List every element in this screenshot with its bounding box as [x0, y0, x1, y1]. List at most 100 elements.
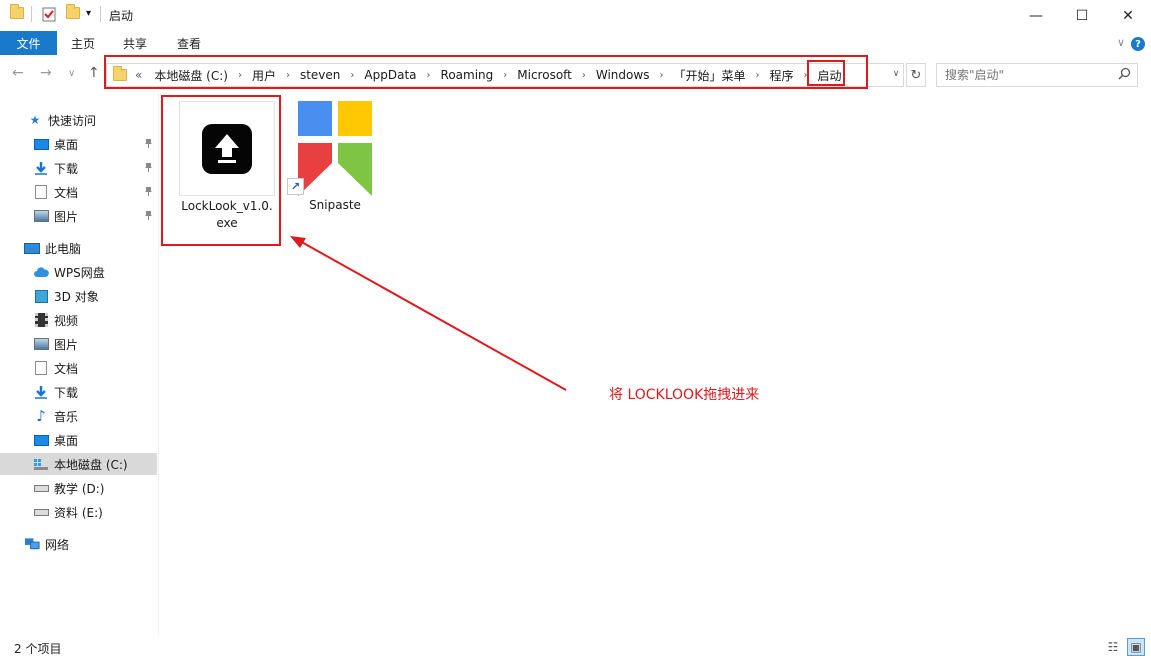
tab-home[interactable]: 主页: [71, 31, 95, 55]
sidebar-item-label: 图片: [54, 337, 79, 352]
sidebar-item-drive-c[interactable]: 本地磁盘 (C:): [0, 453, 157, 475]
3d-objects-icon: [33, 289, 49, 303]
sidebar-item-label: 网络: [45, 537, 70, 552]
folder-icon: [113, 66, 127, 81]
chevron-right-icon[interactable]: ›: [234, 70, 246, 81]
sidebar-item-network[interactable]: 网络: [0, 533, 157, 555]
back-button[interactable]: ←: [12, 65, 24, 81]
desktop-icon: [33, 137, 49, 151]
sidebar-item-desktop[interactable]: 桌面: [0, 133, 157, 155]
sidebar-item-documents[interactable]: 文档: [0, 357, 157, 379]
breadcrumb-item[interactable]: 用户: [246, 67, 282, 84]
sidebar-item-documents[interactable]: 文档: [0, 181, 157, 203]
chevron-right-icon[interactable]: ›: [346, 70, 358, 81]
sidebar-item-desktop[interactable]: 桌面: [0, 429, 157, 451]
sidebar-item-3d-objects[interactable]: 3D 对象: [0, 285, 157, 307]
breadcrumb-current[interactable]: 启动: [811, 67, 847, 84]
forward-button[interactable]: →: [40, 65, 52, 81]
folder-icon: [10, 4, 24, 19]
sidebar-item-wps-cloud[interactable]: WPS网盘: [0, 261, 157, 283]
help-icon[interactable]: ?: [1131, 37, 1145, 51]
pin-icon[interactable]: [144, 186, 153, 199]
sidebar-item-label: 资料 (E:): [54, 505, 103, 520]
chevron-right-icon[interactable]: ›: [578, 70, 590, 81]
sidebar-item-label: 图片: [54, 209, 79, 224]
address-bar[interactable]: « 本地磁盘 (C:) › 用户 › steven › AppData › Ro…: [106, 63, 904, 87]
breadcrumb-item[interactable]: 程序: [763, 67, 799, 84]
file-name[interactable]: Snipaste: [296, 198, 374, 212]
document-icon: [33, 185, 49, 199]
sidebar-item-label: 教学 (D:): [54, 481, 105, 496]
file-name-line: exe: [216, 216, 238, 230]
sidebar-item-label: 文档: [54, 185, 79, 200]
star-icon: ★: [29, 113, 41, 127]
annotation-text: 将 LOCKLOOK拖拽进来: [609, 387, 760, 403]
sidebar-item-pictures[interactable]: 图片: [0, 205, 157, 227]
search-input[interactable]: [937, 64, 1107, 86]
breadcrumb-overflow[interactable]: «: [129, 68, 148, 82]
breadcrumb-item[interactable]: Roaming: [435, 68, 500, 82]
sidebar-item-drive-d[interactable]: 教学 (D:): [0, 477, 157, 499]
file-name[interactable]: LockLook_v1.0. exe: [165, 198, 289, 232]
breadcrumb-item[interactable]: Windows: [590, 68, 656, 82]
breadcrumb-item[interactable]: AppData: [358, 68, 422, 82]
search-icon: [1118, 67, 1131, 84]
up-button[interactable]: ↑: [88, 65, 100, 81]
pin-icon[interactable]: [144, 162, 153, 175]
address-dropdown-icon[interactable]: ∨: [888, 63, 904, 85]
download-icon: [33, 161, 49, 175]
chevron-right-icon[interactable]: ›: [499, 70, 511, 81]
large-icons-view-button[interactable]: ▣: [1127, 638, 1145, 656]
chevron-right-icon[interactable]: ›: [799, 70, 811, 81]
sidebar-item-label: 下载: [54, 385, 79, 400]
chevron-right-icon[interactable]: ›: [423, 70, 435, 81]
tab-file[interactable]: 文件: [0, 31, 57, 55]
details-view-button[interactable]: ☷: [1104, 638, 1122, 656]
properties-icon[interactable]: [41, 6, 57, 22]
pin-icon[interactable]: [144, 138, 153, 151]
chevron-right-icon[interactable]: ›: [282, 70, 294, 81]
sidebar-item-this-pc[interactable]: 此电脑: [0, 237, 157, 259]
minimize-button[interactable]: —: [1013, 0, 1059, 31]
tab-share[interactable]: 共享: [123, 31, 147, 55]
music-icon: ♪: [36, 407, 46, 425]
maximize-button[interactable]: ☐: [1059, 0, 1105, 31]
breadcrumb-item[interactable]: steven: [294, 68, 346, 82]
sidebar-item-label: 本地磁盘 (C:): [54, 457, 128, 472]
pictures-icon: [33, 209, 49, 223]
wps-cloud-icon: [33, 265, 49, 279]
computer-icon: [24, 241, 40, 255]
tab-view[interactable]: 查看: [177, 31, 201, 55]
sidebar-item-pictures[interactable]: 图片: [0, 333, 157, 355]
refresh-button[interactable]: ↻: [906, 63, 926, 87]
customize-toolbar-dropdown[interactable]: ▾: [86, 8, 91, 19]
sidebar-item-music[interactable]: ♪ 音乐: [0, 405, 157, 427]
sidebar-item-label: 桌面: [54, 137, 79, 152]
shortcut-arrow-icon: ↗: [287, 178, 304, 195]
divider: [31, 6, 32, 22]
recent-locations-button[interactable]: ∨: [68, 68, 75, 79]
sidebar-item-downloads[interactable]: 下载: [0, 157, 157, 179]
breadcrumb-item[interactable]: 本地磁盘 (C:): [148, 67, 234, 84]
search-box[interactable]: [936, 63, 1138, 87]
sidebar-item-downloads[interactable]: 下载: [0, 381, 157, 403]
ribbon: 文件 主页 共享 查看 ∨ ?: [0, 31, 1151, 57]
new-folder-icon[interactable]: [66, 4, 80, 19]
sidebar-item-label: 快速访问: [48, 113, 97, 128]
sidebar-item-quick-access[interactable]: ★ 快速访问: [0, 109, 157, 131]
sidebar-item-label: 桌面: [54, 433, 79, 448]
breadcrumb-item[interactable]: 「开始」菜单: [667, 67, 751, 84]
title-bar: ▾ 启动 — ☐ ✕: [0, 0, 1151, 31]
sidebar-item-videos[interactable]: 视频: [0, 309, 157, 331]
chevron-right-icon[interactable]: ›: [655, 70, 667, 81]
snipaste-icon[interactable]: [298, 101, 372, 196]
close-button[interactable]: ✕: [1105, 0, 1151, 31]
sidebar-item-drive-e[interactable]: 资料 (E:): [0, 501, 157, 523]
upload-app-icon[interactable]: [202, 124, 252, 174]
sidebar-item-label: 此电脑: [45, 241, 82, 256]
breadcrumb-item[interactable]: Microsoft: [511, 68, 578, 82]
chevron-right-icon[interactable]: ›: [751, 70, 763, 81]
navigation-bar: ← → ∨ ↑ « 本地磁盘 (C:) › 用户 › steven › AppD…: [0, 57, 1151, 93]
expand-ribbon-icon[interactable]: ∨: [1117, 36, 1125, 49]
pin-icon[interactable]: [144, 210, 153, 223]
